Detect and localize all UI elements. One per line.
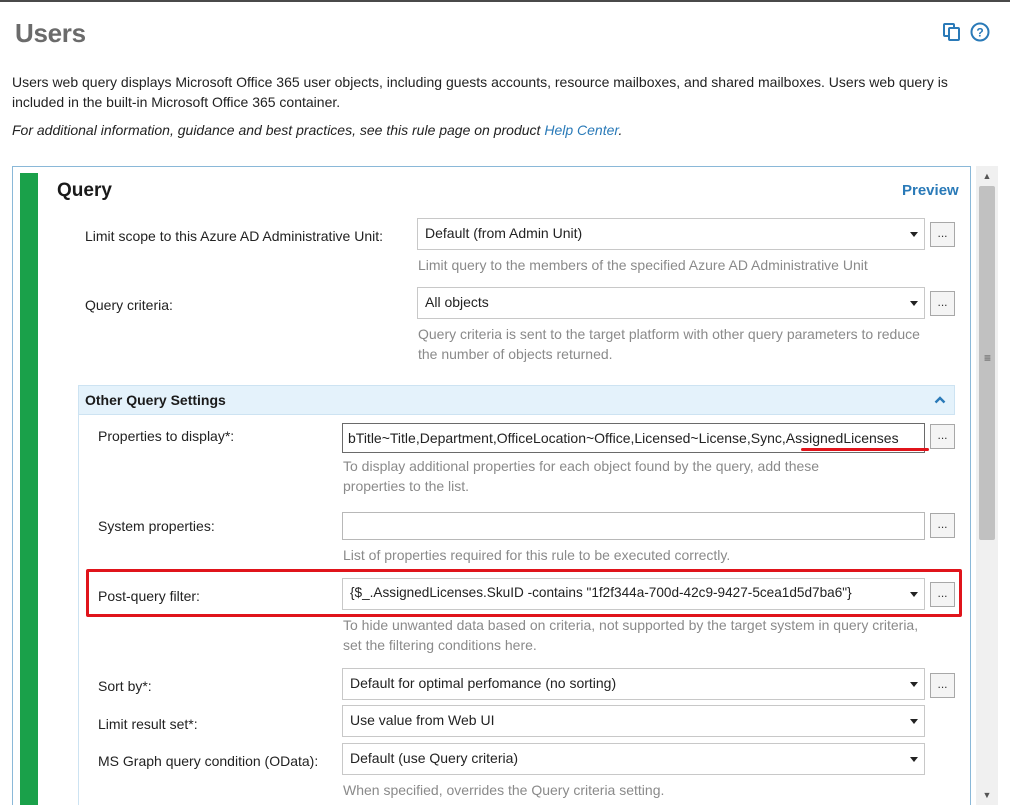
highlight-box [86, 569, 962, 617]
properties-help: To display additional properties for eac… [343, 458, 820, 494]
page-title: Users [15, 18, 86, 48]
properties-label: Properties to display*: [98, 428, 235, 444]
page-description: Users web query displays Microsoft Offic… [12, 74, 948, 110]
vertical-scrollbar[interactable]: ▲ ≡ ▼ [976, 166, 998, 805]
other-settings-title: Other Query Settings [85, 392, 226, 408]
query-section-title: Query [57, 180, 112, 201]
admin-unit-label: Limit scope to this Azure AD Administrat… [85, 228, 384, 244]
chevron-down-icon [910, 757, 918, 762]
scroll-up-icon[interactable]: ▲ [976, 168, 998, 184]
chevron-up-icon[interactable] [934, 393, 946, 405]
limit-result-select[interactable]: Use value from Web UI [342, 705, 925, 737]
highlight-underline [801, 448, 929, 451]
system-properties-label: System properties: [98, 518, 215, 534]
system-properties-input[interactable] [342, 512, 925, 540]
copy-icon[interactable] [942, 22, 962, 42]
odata-label: MS Graph query condition (OData): [98, 753, 319, 769]
query-criteria-help: Query criteria is sent to the target pla… [418, 326, 920, 362]
preview-link[interactable]: Preview [902, 182, 959, 199]
chevron-down-icon [910, 682, 918, 687]
chevron-down-icon [910, 232, 918, 237]
chevron-down-icon [910, 719, 918, 724]
query-criteria-value: All objects [425, 294, 489, 310]
properties-value: bTitle~Title,Department,OfficeLocation~O… [348, 430, 899, 446]
properties-browse-button[interactable]: ... [930, 424, 955, 449]
odata-select[interactable]: Default (use Query criteria) [342, 743, 925, 775]
other-settings-header[interactable]: Other Query Settings [78, 385, 955, 415]
sort-by-browse-button[interactable]: ... [930, 673, 955, 698]
status-bar [20, 173, 38, 805]
query-criteria-label: Query criteria: [85, 297, 173, 313]
admin-unit-select[interactable]: Default (from Admin Unit) [417, 218, 925, 250]
help-center-suffix: . [618, 122, 623, 138]
sort-by-label: Sort by*: [98, 678, 152, 694]
odata-value: Default (use Query criteria) [350, 750, 519, 766]
top-border [0, 0, 1010, 2]
help-center-note: For additional information, guidance and… [12, 122, 622, 138]
system-properties-help: List of properties required for this rul… [343, 547, 731, 563]
svg-text:?: ? [976, 26, 983, 40]
limit-result-label: Limit result set*: [98, 716, 198, 732]
admin-unit-value: Default (from Admin Unit) [425, 225, 583, 241]
query-criteria-browse-button[interactable]: ... [930, 291, 955, 316]
header-icons: ? [942, 22, 990, 42]
odata-help: When specified, overrides the Query crit… [343, 782, 665, 798]
limit-result-value: Use value from Web UI [350, 712, 495, 728]
scroll-down-icon[interactable]: ▼ [976, 787, 998, 803]
post-query-filter-help: To hide unwanted data based on criteria,… [343, 617, 919, 653]
help-center-prefix: For additional information, guidance and… [12, 122, 545, 138]
query-criteria-select[interactable]: All objects [417, 287, 925, 319]
help-icon[interactable]: ? [970, 22, 990, 42]
system-properties-browse-button[interactable]: ... [930, 513, 955, 538]
help-center-link[interactable]: Help Center [544, 122, 618, 138]
sort-by-select[interactable]: Default for optimal perfomance (no sorti… [342, 668, 925, 700]
scroll-thumb[interactable]: ≡ [979, 186, 995, 540]
scroll-grip-icon: ≡ [984, 351, 992, 365]
chevron-down-icon [910, 301, 918, 306]
admin-unit-browse-button[interactable]: ... [930, 222, 955, 247]
admin-unit-help: Limit query to the members of the specif… [418, 257, 868, 273]
sort-by-value: Default for optimal perfomance (no sorti… [350, 675, 617, 691]
